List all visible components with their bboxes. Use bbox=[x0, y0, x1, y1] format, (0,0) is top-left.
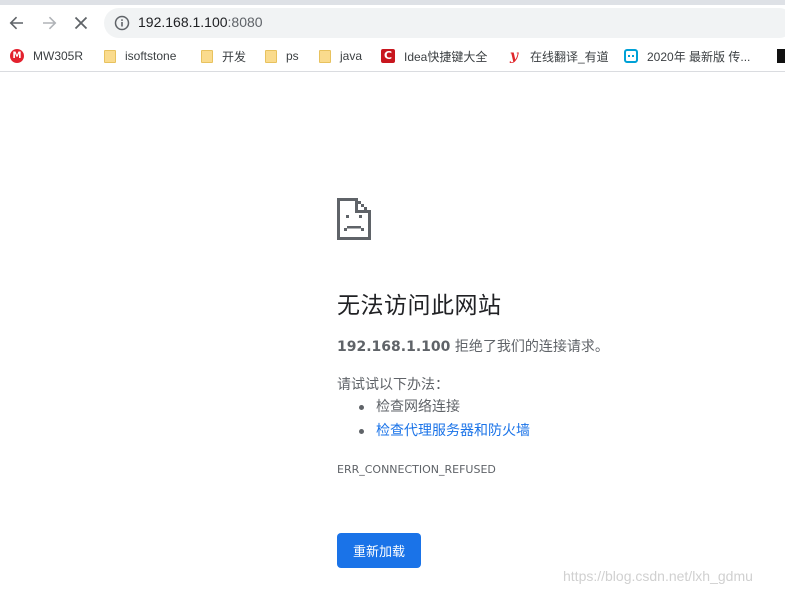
try-label: 请试试以下办法： bbox=[337, 377, 449, 393]
bookmark-label: ps bbox=[286, 49, 299, 63]
folder-icon bbox=[104, 49, 116, 63]
bookmark-label: Idea快捷键大全 bbox=[404, 49, 488, 64]
bookmark-ps[interactable]: ps bbox=[265, 47, 299, 65]
mercury-icon: M bbox=[10, 49, 24, 63]
back-button[interactable] bbox=[3, 9, 31, 37]
bookmark-label: 开发 bbox=[222, 49, 247, 64]
csdn-icon: C bbox=[381, 49, 395, 63]
bookmark-kaifa[interactable]: 开发 bbox=[201, 47, 246, 65]
folder-icon bbox=[201, 49, 213, 63]
bookmark-label: isoftstone bbox=[125, 49, 177, 63]
youdao-icon: y bbox=[509, 48, 519, 64]
overflow-bookmark-icon[interactable] bbox=[777, 49, 785, 63]
bookmark-label: 在线翻译_有道 bbox=[530, 49, 609, 64]
bookmark-label: 2020年 最新版 传... bbox=[647, 49, 751, 64]
error-host: 192.168.1.100 bbox=[337, 339, 451, 355]
error-heading: 无法访问此网站 bbox=[337, 293, 502, 319]
reload-button[interactable]: 重新加载 bbox=[337, 533, 421, 568]
address-bar[interactable]: 192.168.1.100:8080 bbox=[104, 8, 785, 38]
browser-toolbar: 192.168.1.100:8080 bbox=[0, 5, 785, 40]
forward-button[interactable] bbox=[35, 9, 63, 37]
bookmark-label: java bbox=[340, 49, 363, 63]
arrow-right-icon bbox=[43, 16, 57, 30]
close-icon bbox=[74, 16, 88, 30]
bookmark-isoftstone[interactable]: isoftstone bbox=[104, 47, 176, 65]
error-description: 192.168.1.100 拒绝了我们的连接请求。 bbox=[337, 336, 609, 356]
stop-button[interactable] bbox=[67, 9, 95, 37]
bookmark-label: MW305R bbox=[33, 49, 84, 63]
info-icon[interactable] bbox=[114, 15, 130, 31]
sad-document-icon bbox=[337, 198, 371, 240]
bookmarks-bar: M MW305R isoftstone 开发 ps java C Idea快捷键… bbox=[0, 40, 785, 72]
folder-icon bbox=[319, 49, 331, 63]
error-code: ERR_CONNECTION_REFUSED bbox=[337, 463, 496, 476]
url-port: :8080 bbox=[227, 14, 263, 30]
suggestion-check-network: 检查网络连接 bbox=[359, 397, 530, 421]
suggestion-list: 检查网络连接 检查代理服务器和防火墙 bbox=[359, 397, 530, 445]
error-description-text: 拒绝了我们的连接请求。 bbox=[450, 339, 609, 355]
arrow-left-icon bbox=[9, 16, 23, 30]
folder-icon bbox=[265, 49, 277, 63]
address-url[interactable]: 192.168.1.100:8080 bbox=[138, 14, 263, 30]
bilibili-icon bbox=[624, 49, 638, 63]
bookmark-2020[interactable]: 2020年 最新版 传... bbox=[624, 47, 750, 65]
bookmark-java[interactable]: java bbox=[319, 47, 362, 65]
bookmark-youdao[interactable]: y 在线翻译_有道 bbox=[507, 47, 609, 65]
suggestion-check-proxy-link[interactable]: 检查代理服务器和防火墙 bbox=[359, 421, 530, 445]
watermark: https://blog.csdn.net/lxh_gdmu bbox=[563, 568, 753, 584]
bookmark-mw305r[interactable]: M MW305R bbox=[10, 47, 83, 65]
url-host: 192.168.1.100 bbox=[138, 14, 228, 30]
bookmark-idea-shortcuts[interactable]: C Idea快捷键大全 bbox=[381, 47, 487, 65]
